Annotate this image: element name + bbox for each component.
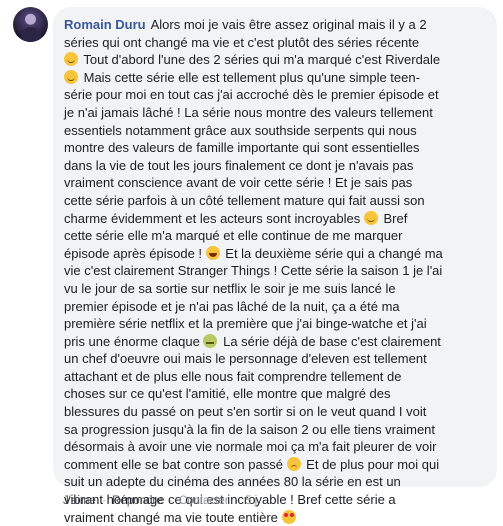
separator: · <box>102 495 106 507</box>
comment-line: sa progression jusqu'à la fin de la sais… <box>64 421 487 439</box>
comment-line-text: vraiment conscience avant de voir cette … <box>64 175 413 191</box>
comment-line-text: Alors moi je vais être assez original ma… <box>150 17 427 32</box>
grin-emoji-icon <box>205 245 220 260</box>
comment-line-text: Et la deuxième série qui a changé ma <box>221 245 443 261</box>
comment-line-text: première série netflix et la première qu… <box>64 316 427 332</box>
separator: · <box>168 495 173 507</box>
comment-line: Mais cette série elle est tellement plus… <box>64 69 487 87</box>
comment-line-text: dans la vie de tout les jours finalement… <box>64 157 414 173</box>
comment-line: dans la vie de tout les jours finalement… <box>64 157 487 175</box>
comment-line: désormais à avoir une vie normale moi ça… <box>64 438 487 456</box>
comment-line-text: sa progression jusqu'à la fin de la sais… <box>64 421 436 437</box>
comment-body: Romain Duru Alors moi je vais être assez … <box>64 16 487 526</box>
comment-line-text: attachant et de plus elle nous fait comp… <box>64 368 402 384</box>
comment-line-text: série pour moi en tout cas j'ai accroché… <box>64 87 439 103</box>
comment-line: série pour moi en tout cas j'ai accroché… <box>64 86 487 104</box>
avatar[interactable] <box>13 7 48 42</box>
comment-line-text: un chef d'oeuvre oui mais le personnage … <box>64 351 427 367</box>
timestamp[interactable]: 5 j <box>245 495 257 507</box>
comment-line: séries qui ont changé ma vie et c'est pl… <box>64 34 487 52</box>
comment-bubble: Romain Duru Alors moi je vais être assez … <box>53 7 497 525</box>
comment-line: vu le jour de sa sortie sur netflix le s… <box>64 280 487 298</box>
comment-line-text: premier épisode et je n'ai pas lâché de … <box>64 298 400 314</box>
comment-line-text: Tout d'abord l'une des 2 séries qui m'a … <box>80 52 441 68</box>
comment-line-text: vraiment changé ma vie toute entière <box>64 509 282 525</box>
comment-line: un chef d'oeuvre oui mais le personnage … <box>64 350 487 368</box>
comment-line-text: pris une énorme claque <box>64 333 204 349</box>
comment-line: vraiment changé ma vie toute entière <box>64 509 487 526</box>
comment-line: Tout d'abord l'une des 2 séries qui m'a … <box>64 51 487 69</box>
sad-emoji-icon <box>286 456 301 471</box>
comment-line: cette série elle m'a marqué et elle cont… <box>64 227 487 245</box>
comment-line: suit un adepte du cinéma des années 80 l… <box>64 473 487 491</box>
comment-line: essentiels notamment grâce aux southside… <box>64 122 487 140</box>
comment-line-text: vu le jour de sa sortie sur netflix le s… <box>64 280 396 296</box>
comment-line-text: essentiels notamment grâce aux southside… <box>64 122 417 138</box>
separator: · <box>234 495 239 507</box>
comment-line-text: blessures du passé on peut s'en sortir s… <box>64 404 427 420</box>
like-link[interactable]: J'aime <box>63 495 96 507</box>
comment-line: premier épisode et je n'ai pas lâché de … <box>64 298 487 316</box>
comment-line: épisode après épisode ! Et la deuxième s… <box>64 245 487 263</box>
comment-line-text: Et de plus pour moi qui <box>302 456 440 472</box>
comment-line-text: vie c'est clairement Stranger Things ! C… <box>64 263 443 279</box>
comment-actions: J'aime · Répondre · Contacter · 5 j <box>63 495 257 507</box>
comment-line-text: désormais à avoir une vie normale moi ça… <box>64 439 437 455</box>
comment-line-text: La série déjà de base c'est clairement <box>219 333 441 349</box>
comment-line-text: je n'ai jamais lâché ! La série nous mon… <box>64 104 433 120</box>
comment-line-text: comment elle se bat contre son passé <box>64 456 287 472</box>
comment-line: Romain Duru Alors moi je vais être assez … <box>64 16 487 34</box>
author-name[interactable]: Romain Duru <box>64 17 146 32</box>
smile-emoji-icon <box>64 52 78 67</box>
comment-line: première série netflix et la première qu… <box>64 315 487 333</box>
comment-line-text: épisode après épisode ! <box>64 245 206 261</box>
comment-line-text: charme évidemment et les acteurs sont in… <box>64 210 364 226</box>
contact-link[interactable]: Contacter <box>179 495 229 507</box>
comment-line: attachant et de plus elle nous fait comp… <box>64 368 487 386</box>
smile-emoji-icon <box>64 69 78 84</box>
sick-emoji-icon <box>203 333 218 348</box>
comment-line-text: séries qui ont changé ma vie et c'est pl… <box>64 34 420 50</box>
comment-line: blessures du passé on peut s'en sortir s… <box>64 403 487 421</box>
smile-emoji-icon <box>363 210 378 225</box>
comment-line-text: cette série elle m'a marqué et elle cont… <box>64 228 403 244</box>
comment-line: montre des valeurs de famille importante… <box>64 139 487 157</box>
comment-line-text: choses sur ce qu'est l'amitié, elle mont… <box>64 386 391 402</box>
comment-line: charme évidemment et les acteurs sont in… <box>64 210 487 228</box>
comment-line-text: montre des valeurs de famille importante… <box>64 140 420 156</box>
comment-line: cette série parfois à un côté tellement … <box>64 192 487 210</box>
comment-line: pris une énorme claque La série déjà de … <box>64 333 487 351</box>
comment-line-text: cette série parfois à un côté tellement … <box>64 192 425 208</box>
comment-line: je n'ai jamais lâché ! La série nous mon… <box>64 104 487 122</box>
comment-line-text: Mais cette série elle est tellement plus… <box>80 69 420 85</box>
comment-line: vraiment conscience avant de voir cette … <box>64 174 487 192</box>
heart-eyes-emoji-icon <box>281 509 296 524</box>
comment-line: vie c'est clairement Stranger Things ! C… <box>64 262 487 280</box>
comment-line-text: suit un adepte du cinéma des années 80 l… <box>64 474 401 490</box>
comment-line-text: Bref <box>379 210 408 226</box>
comment-line: choses sur ce qu'est l'amitié, elle mont… <box>64 385 487 403</box>
reply-link[interactable]: Répondre <box>112 495 163 507</box>
comment-line: comment elle se bat contre son passé Et … <box>64 456 487 474</box>
